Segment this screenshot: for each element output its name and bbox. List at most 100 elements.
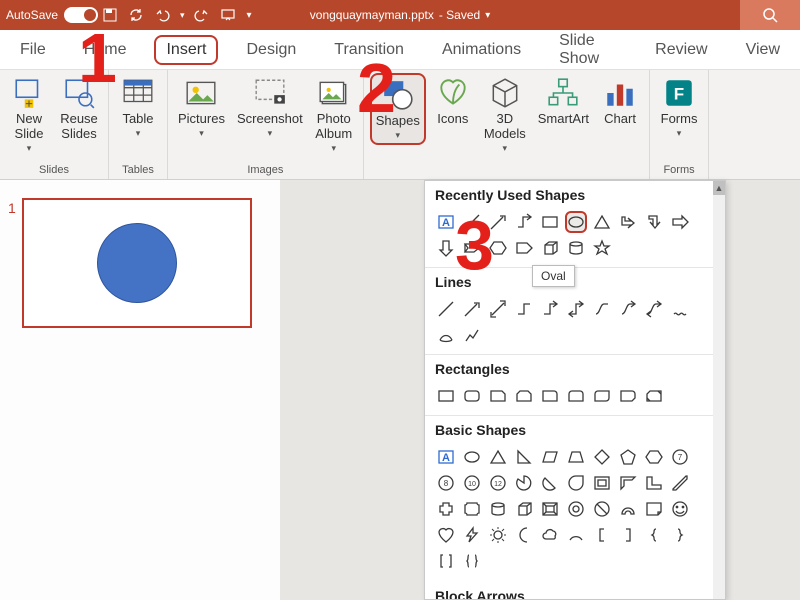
shape-teardrop[interactable] — [565, 472, 587, 494]
shape-decagon[interactable]: 10 — [461, 472, 483, 494]
shape-bracket-l[interactable] — [591, 524, 613, 546]
shape-heart[interactable] — [435, 524, 457, 546]
shape-lshape[interactable] — [643, 472, 665, 494]
photo-album-button[interactable]: Photo Album ▾ — [311, 73, 357, 156]
shape-rect-6[interactable] — [565, 385, 587, 407]
shape-rect-3[interactable] — [487, 385, 509, 407]
shape-connector[interactable] — [513, 211, 535, 233]
shape-line-5[interactable] — [539, 298, 561, 320]
shape-frame[interactable] — [591, 472, 613, 494]
save-icon[interactable] — [102, 7, 118, 23]
tab-review[interactable]: Review — [645, 37, 717, 63]
shape-notched-right-arrow[interactable] — [461, 237, 483, 259]
shape-bevel[interactable] — [539, 498, 561, 520]
shape-rect-4[interactable] — [513, 385, 535, 407]
tab-slideshow[interactable]: Slide Show — [549, 28, 627, 72]
shape-cloud[interactable] — [539, 524, 561, 546]
shape-line-1[interactable] — [435, 298, 457, 320]
shape-trapezoid[interactable] — [565, 446, 587, 468]
shape-donut[interactable] — [565, 498, 587, 520]
shape-dodecagon[interactable]: 12 — [487, 472, 509, 494]
shape-line-6[interactable] — [565, 298, 587, 320]
forms-button[interactable]: F Forms ▾ — [656, 73, 702, 141]
shape-rect-5[interactable] — [539, 385, 561, 407]
scrollbar[interactable]: ▲ — [713, 181, 725, 599]
shape-star5[interactable] — [591, 237, 613, 259]
shape-brace-l[interactable] — [643, 524, 665, 546]
shape-brace-pair[interactable] — [461, 550, 483, 572]
table-button[interactable]: Table ▾ — [115, 73, 161, 141]
shape-rectangle[interactable] — [539, 211, 561, 233]
shape-pentagon-arrow[interactable] — [513, 237, 535, 259]
shape-arrow-right-elbow[interactable] — [617, 211, 639, 233]
shape-brace-r[interactable] — [669, 524, 691, 546]
shape-cube-2[interactable] — [513, 498, 535, 520]
shape-line-11[interactable] — [435, 324, 457, 346]
3d-models-button[interactable]: 3D Models ▾ — [480, 73, 530, 156]
shape-arc[interactable] — [565, 524, 587, 546]
shape-line[interactable] — [461, 211, 483, 233]
pictures-button[interactable]: Pictures ▾ — [174, 73, 229, 141]
shape-textbox[interactable]: A — [435, 211, 457, 233]
shape-rect-7[interactable] — [591, 385, 613, 407]
shape-cube[interactable] — [539, 237, 561, 259]
shape-triangle-2[interactable] — [487, 446, 509, 468]
qat-customize-icon[interactable]: ▾ — [246, 10, 251, 21]
tab-home[interactable]: Home — [74, 37, 137, 63]
saved-dropdown-icon[interactable]: ▾ — [485, 10, 490, 21]
shape-nosymbol[interactable] — [591, 498, 613, 520]
chart-button[interactable]: Chart — [597, 73, 643, 130]
shape-line-4[interactable] — [513, 298, 535, 320]
shape-pentagon[interactable] — [617, 446, 639, 468]
tab-transitions[interactable]: Transition — [324, 37, 414, 63]
shape-rect-9[interactable] — [643, 385, 665, 407]
shapes-button[interactable]: Shapes ▾ — [370, 73, 426, 145]
shape-arrow-down-elbow[interactable] — [643, 211, 665, 233]
shape-bracket-r[interactable] — [617, 524, 639, 546]
shape-diamond[interactable] — [591, 446, 613, 468]
undo-icon[interactable] — [154, 7, 170, 23]
shape-line-3[interactable] — [487, 298, 509, 320]
shape-line-9[interactable] — [643, 298, 665, 320]
shape-oval[interactable] — [565, 211, 587, 233]
icons-button[interactable]: Icons — [430, 73, 476, 130]
shape-parallelogram[interactable] — [539, 446, 561, 468]
shape-line-10[interactable] — [669, 298, 691, 320]
shape-line-8[interactable] — [617, 298, 639, 320]
shape-rect-1[interactable] — [435, 385, 457, 407]
reuse-slides-button[interactable]: Reuse Slides — [56, 73, 102, 145]
shape-textbox-2[interactable]: A — [435, 446, 457, 468]
slide-thumbnail-1[interactable] — [22, 198, 252, 328]
shape-line-2[interactable] — [461, 298, 483, 320]
shape-can[interactable] — [565, 237, 587, 259]
shape-line-7[interactable] — [591, 298, 613, 320]
shape-blockarc[interactable] — [617, 498, 639, 520]
redo-icon[interactable] — [194, 7, 210, 23]
tab-file[interactable]: File — [10, 37, 56, 63]
shape-plaque[interactable] — [461, 498, 483, 520]
shape-arrow-right[interactable] — [669, 211, 691, 233]
shape-foldedcorner[interactable] — [643, 498, 665, 520]
shape-moon[interactable] — [513, 524, 535, 546]
shape-rect-8[interactable] — [617, 385, 639, 407]
tab-view[interactable]: View — [736, 37, 790, 63]
shape-hexagon-2[interactable] — [643, 446, 665, 468]
shape-octagon[interactable]: 8 — [435, 472, 457, 494]
tab-animations[interactable]: Animations — [432, 37, 531, 63]
search-button[interactable] — [740, 0, 800, 30]
shape-sun[interactable] — [487, 524, 509, 546]
shape-can-2[interactable] — [487, 498, 509, 520]
shape-line-arrow[interactable] — [487, 211, 509, 233]
shape-plus[interactable] — [435, 498, 457, 520]
screenshot-button[interactable]: Screenshot ▾ — [233, 73, 307, 141]
sync-icon[interactable] — [128, 7, 144, 23]
shape-triangle[interactable] — [591, 211, 613, 233]
shape-half-frame[interactable] — [617, 472, 639, 494]
shape-bracket-pair[interactable] — [435, 550, 457, 572]
shape-oval-2[interactable] — [461, 446, 483, 468]
shape-right-triangle[interactable] — [513, 446, 535, 468]
shape-diagstripe[interactable] — [669, 472, 691, 494]
shape-heptagon[interactable]: 7 — [669, 446, 691, 468]
tab-insert[interactable]: Insert — [154, 35, 218, 65]
undo-dropdown-icon[interactable]: ▾ — [180, 10, 185, 21]
